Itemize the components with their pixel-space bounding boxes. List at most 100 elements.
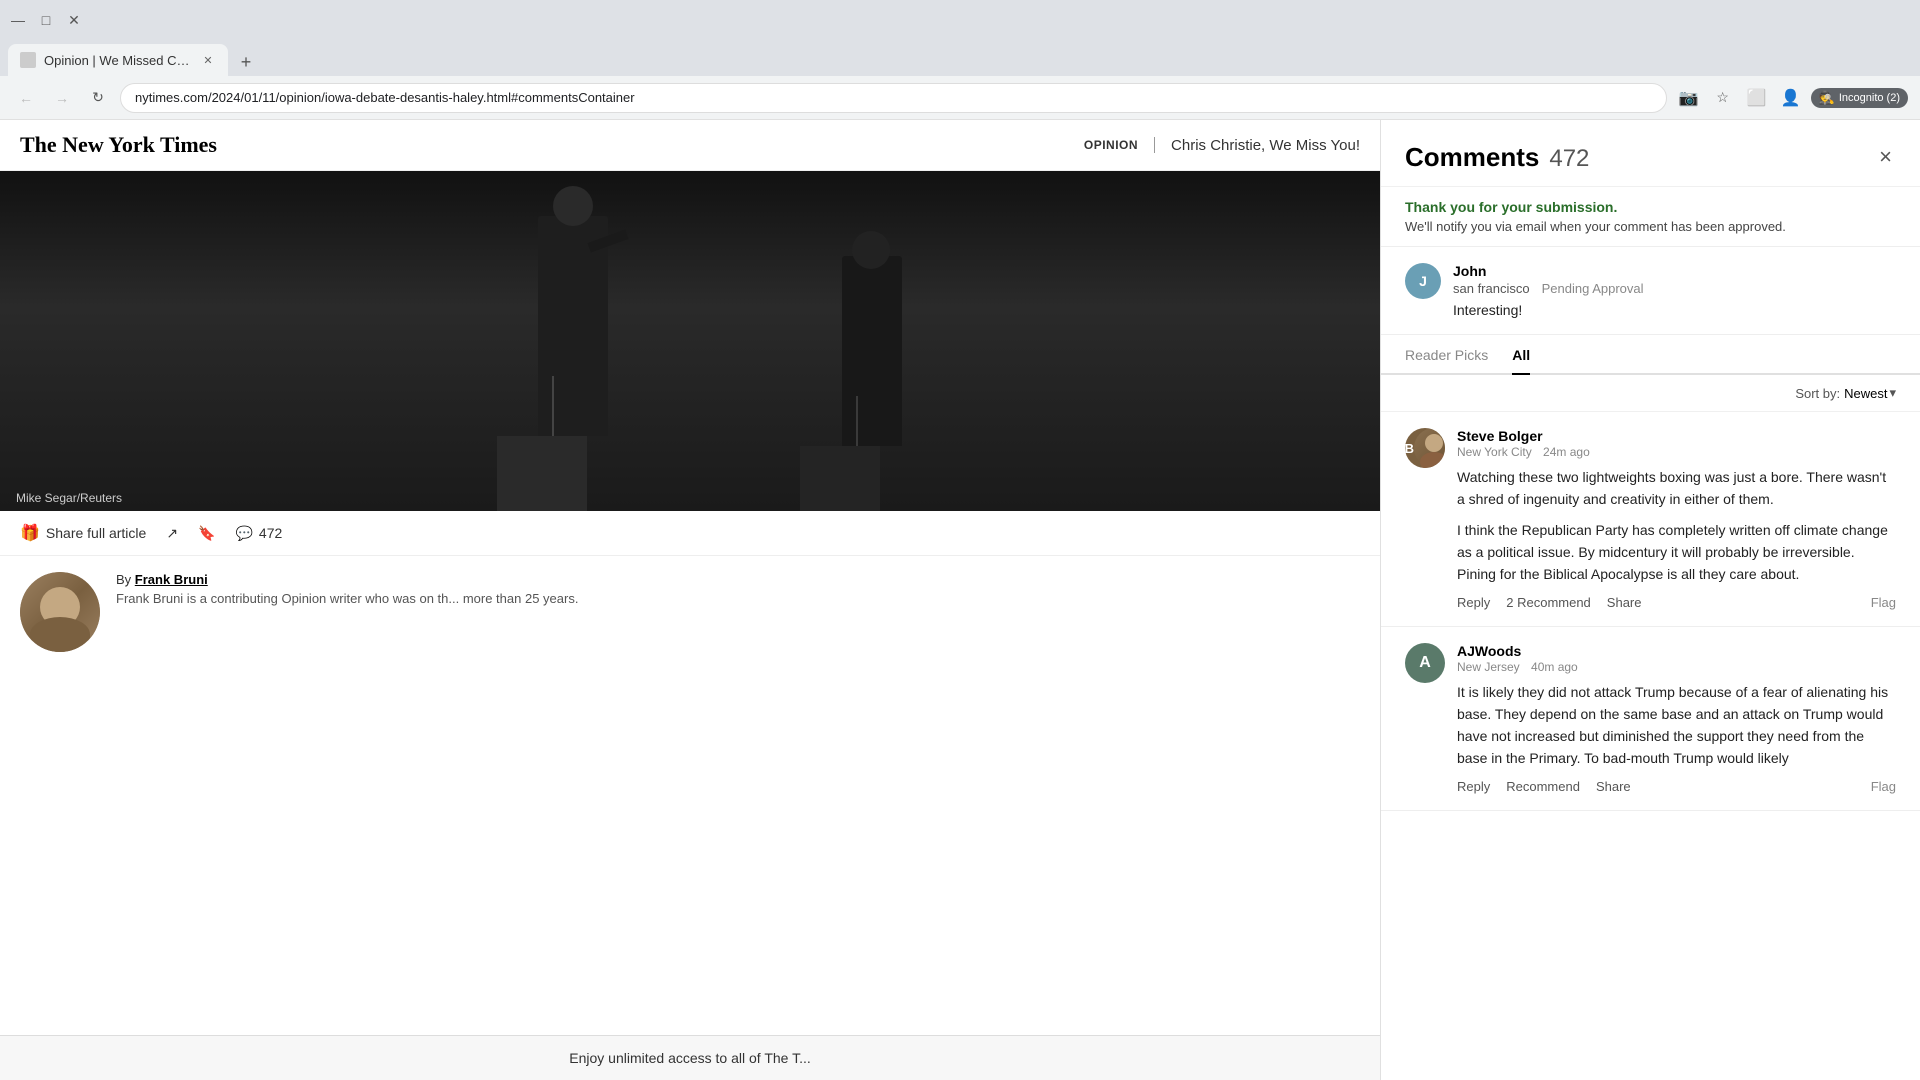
star-icon[interactable]: ☆ bbox=[1709, 84, 1737, 112]
tab-close-button[interactable]: ✕ bbox=[200, 52, 216, 68]
article-side: The New York Times OPINION Chris Christi… bbox=[0, 120, 1380, 1080]
sort-row: Sort by: Newest ▾ bbox=[1381, 375, 1920, 412]
comments-title: Comments bbox=[1405, 142, 1539, 173]
reload-button[interactable]: ↻ bbox=[84, 84, 112, 112]
camera-icon[interactable]: 📷 bbox=[1675, 84, 1703, 112]
pending-comment: J John san francisco Pending Approval In… bbox=[1381, 247, 1920, 335]
comment-meta-steve: New York City 24m ago bbox=[1457, 445, 1896, 459]
author-byline: By Frank Bruni bbox=[116, 572, 1360, 587]
avatar-ajwoods: A bbox=[1405, 643, 1445, 683]
figure-left-head bbox=[553, 186, 593, 226]
comments-total-count: 472 bbox=[1549, 145, 1589, 173]
filter-tabs: Reader Picks All bbox=[1381, 335, 1920, 375]
author-info: By Frank Bruni Frank Bruni is a contribu… bbox=[116, 572, 1360, 606]
tab-favicon bbox=[20, 52, 36, 68]
reply-button-aj[interactable]: Reply bbox=[1457, 779, 1490, 794]
main-area: The New York Times OPINION Chris Christi… bbox=[0, 120, 1920, 1080]
podium-left bbox=[497, 436, 587, 511]
sort-chevron-icon: ▾ bbox=[1889, 385, 1896, 401]
flag-button-aj[interactable]: Flag bbox=[1871, 779, 1896, 794]
comments-count: 472 bbox=[259, 525, 282, 541]
pending-text: Interesting! bbox=[1453, 302, 1896, 318]
comment-body-ajwoods: AJWoods New Jersey 40m ago It is likely … bbox=[1457, 643, 1896, 794]
minimize-button[interactable]: — bbox=[8, 10, 28, 30]
comment-time-aj: 40m ago bbox=[1531, 660, 1578, 674]
share-icon-2: ↗ bbox=[166, 525, 178, 542]
pending-user-avatar: J bbox=[1405, 263, 1441, 299]
share-button-steve[interactable]: Share bbox=[1607, 595, 1642, 610]
share-button[interactable]: ↗ bbox=[166, 525, 178, 542]
sort-value[interactable]: Newest bbox=[1844, 386, 1887, 401]
address-bar: ← → ↻ nytimes.com/2024/01/11/opinion/iow… bbox=[0, 76, 1920, 120]
tab-all[interactable]: All bbox=[1512, 347, 1530, 375]
comments-button[interactable]: 💬 472 bbox=[235, 525, 282, 542]
active-tab[interactable]: Opinion | We Missed Chris Chri... ✕ bbox=[8, 44, 228, 76]
comments-panel: Comments 472 × Thank you for your submis… bbox=[1380, 120, 1920, 1080]
sort-label: Sort by: bbox=[1795, 386, 1840, 401]
flag-button-steve[interactable]: Flag bbox=[1871, 595, 1896, 610]
toolbar: 🎁 Share full article ↗ 🔖 💬 472 bbox=[0, 511, 1380, 556]
figure-right-head bbox=[852, 231, 890, 269]
comment-username-aj: AJWoods bbox=[1457, 643, 1896, 659]
tab-title: Opinion | We Missed Chris Chri... bbox=[44, 53, 192, 68]
comments-icon: 💬 bbox=[235, 525, 252, 542]
tabs-bar: Opinion | We Missed Chris Chri... ✕ + bbox=[0, 40, 1920, 76]
pending-location: san francisco bbox=[1453, 281, 1530, 296]
reply-button-steve[interactable]: Reply bbox=[1457, 595, 1490, 610]
back-button[interactable]: ← bbox=[12, 84, 40, 112]
extension-icon[interactable]: ⬜ bbox=[1743, 84, 1771, 112]
figure-right-body bbox=[842, 256, 902, 446]
podium-right bbox=[800, 446, 880, 511]
comment-text-steve-1: Watching these two lightweights boxing w… bbox=[1457, 467, 1896, 510]
pending-comment-body: John san francisco Pending Approval Inte… bbox=[1453, 263, 1896, 318]
profile-icon[interactable]: 👤 bbox=[1777, 84, 1805, 112]
image-caption: Mike Segar/Reuters bbox=[16, 491, 122, 505]
author-name-link[interactable]: Frank Bruni bbox=[135, 572, 208, 587]
tab-reader-picks[interactable]: Reader Picks bbox=[1405, 347, 1488, 375]
share-full-article-button[interactable]: 🎁 Share full article bbox=[20, 523, 146, 543]
nyt-logo: The New York Times bbox=[20, 132, 217, 158]
address-icons: 📷 ☆ ⬜ 👤 🕵 Incognito (2) bbox=[1675, 84, 1908, 112]
paywall-banner[interactable]: Enjoy unlimited access to all of The T..… bbox=[0, 1035, 1380, 1080]
bookmark-button[interactable]: 🔖 bbox=[198, 525, 215, 542]
title-bar: — □ ✕ bbox=[0, 0, 1920, 40]
address-input[interactable]: nytimes.com/2024/01/11/opinion/iowa-deba… bbox=[120, 83, 1667, 113]
comment-username-steve: Steve Bolger bbox=[1457, 428, 1896, 444]
nav-divider bbox=[1154, 137, 1155, 153]
figure-left-body bbox=[538, 216, 608, 436]
thank-you-text: Thank you for your submission. bbox=[1405, 199, 1896, 215]
maximize-button[interactable]: □ bbox=[36, 10, 56, 30]
recommend-button-steve[interactable]: 2 Recommend bbox=[1506, 595, 1591, 610]
incognito-label: Incognito (2) bbox=[1839, 92, 1900, 104]
close-comments-button[interactable]: × bbox=[1875, 140, 1896, 174]
article-image: Mike Segar/Reuters bbox=[0, 171, 1380, 511]
submission-notice: Thank you for your submission. We'll not… bbox=[1381, 187, 1920, 247]
mic-stand-right bbox=[856, 396, 858, 446]
browser-chrome: — □ ✕ Opinion | We Missed Chris Chri... … bbox=[0, 0, 1920, 120]
figure-left-arm bbox=[588, 229, 629, 252]
comments-title-row: Comments 472 bbox=[1405, 142, 1589, 173]
author-avatar bbox=[20, 572, 100, 652]
comment-actions-aj: Reply Recommend Share Flag bbox=[1457, 779, 1896, 794]
author-bio: Frank Bruni is a contributing Opinion wr… bbox=[116, 591, 1360, 606]
byline-prefix: By bbox=[116, 572, 131, 587]
forward-button[interactable]: → bbox=[48, 84, 76, 112]
paywall-text: Enjoy unlimited access to all of The T..… bbox=[569, 1050, 811, 1066]
share-button-aj[interactable]: Share bbox=[1596, 779, 1631, 794]
comment-steve-bolger: Steve Bolger New York City 24m ago Watch… bbox=[1381, 412, 1920, 627]
approval-notice: We'll notify you via email when your com… bbox=[1405, 219, 1896, 234]
article-headline: Chris Christie, We Miss You! bbox=[1171, 137, 1360, 154]
window-controls: — □ ✕ bbox=[8, 10, 84, 30]
comments-header: Comments 472 × bbox=[1381, 120, 1920, 187]
comment-actions-steve: Reply 2 Recommend Share Flag bbox=[1457, 595, 1896, 610]
comment-text-steve-2: I think the Republican Party has complet… bbox=[1457, 520, 1896, 585]
recommend-button-aj[interactable]: Recommend bbox=[1506, 779, 1580, 794]
close-window-button[interactable]: ✕ bbox=[64, 10, 84, 30]
share-icon: 🎁 bbox=[20, 523, 40, 543]
author-avatar-img bbox=[20, 572, 100, 652]
comment-location-aj: New Jersey bbox=[1457, 660, 1520, 674]
comment-meta-aj: New Jersey 40m ago bbox=[1457, 660, 1896, 674]
new-tab-button[interactable]: + bbox=[232, 48, 260, 76]
avatar-steve-bolger bbox=[1405, 428, 1445, 468]
debate-scene bbox=[0, 171, 1380, 511]
